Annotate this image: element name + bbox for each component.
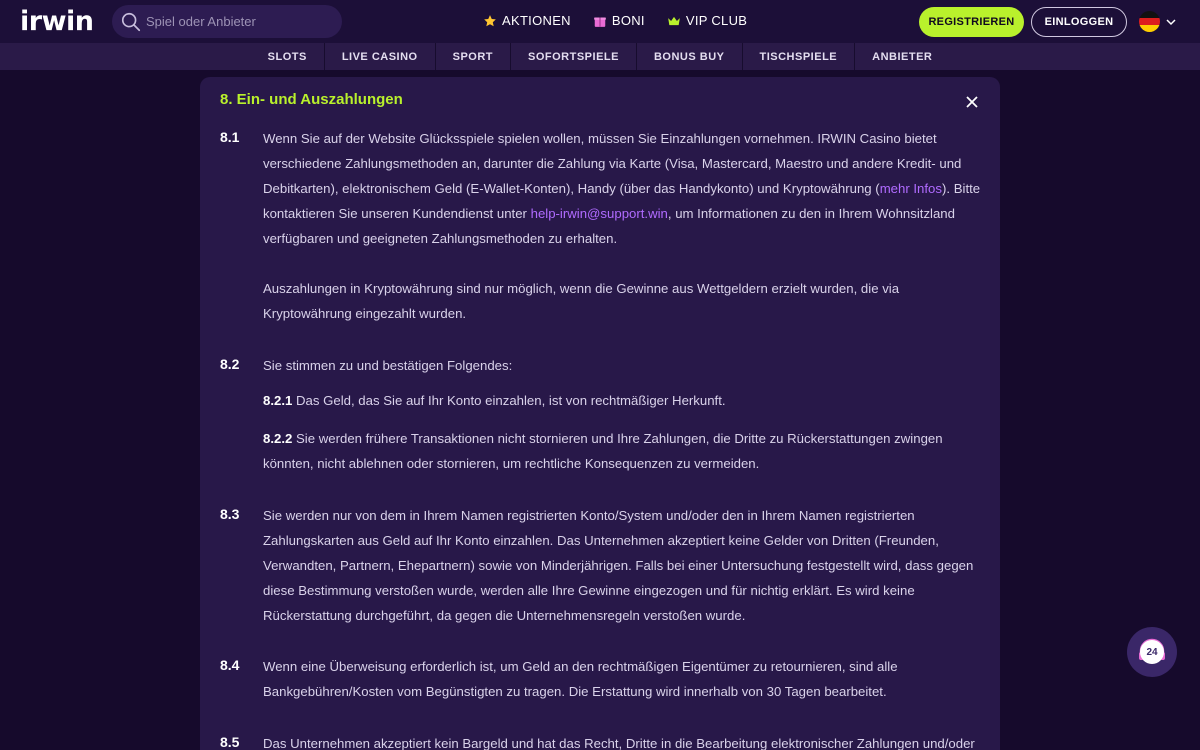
gift-icon xyxy=(594,17,606,27)
search-placeholder: Spiel oder Anbieter xyxy=(146,14,256,29)
germany-flag-icon xyxy=(1139,11,1160,32)
category-bonus-buy[interactable]: BONUS BUY xyxy=(637,43,743,70)
star-icon xyxy=(484,14,496,26)
category-live-casino[interactable]: LIVE CASINO xyxy=(325,43,436,70)
section-8-2-intro: Sie stimmen zu und bestätigen Folgendes: xyxy=(263,358,513,373)
login-button[interactable]: EINLOGGEN xyxy=(1031,7,1127,37)
section-number: 8.1 xyxy=(220,129,240,145)
section-number: 8.3 xyxy=(220,506,240,522)
section-8-1-text: Wenn Sie auf der Website Glücksspiele sp… xyxy=(263,126,983,251)
section-8-3-text: Sie werden nur von dem in Ihrem Namen re… xyxy=(263,508,974,623)
logo[interactable]: irwin xyxy=(20,6,94,37)
nav-promotions-label: AKTIONEN xyxy=(502,13,571,28)
nav-vip-club-label: VIP CLUB xyxy=(685,13,748,28)
chevron-down-icon xyxy=(1166,18,1176,25)
section-8-2-1-text: 8.2.1 Das Geld, das Sie auf Ihr Konto ei… xyxy=(263,388,983,413)
subsection-number: 8.2.2 xyxy=(263,431,293,446)
support-chat-button[interactable]: 24 xyxy=(1127,627,1177,677)
modal-title: 8. Ein- und Auszahlungen xyxy=(220,91,403,108)
support-email-link[interactable]: help-irwin@support.win xyxy=(531,206,668,221)
category-instant-games[interactable]: SOFORTSPIELE xyxy=(511,43,637,70)
nav-bonuses[interactable]: BONI xyxy=(593,13,645,28)
terms-modal: 8. Ein- und Auszahlungen 8.1 Wenn Sie au… xyxy=(200,77,1000,750)
category-sport[interactable]: SPORT xyxy=(436,43,512,70)
category-nav: SLOTS LIVE CASINO SPORT SOFORTSPIELE BON… xyxy=(0,43,1200,70)
category-table-games[interactable]: TISCHSPIELE xyxy=(743,43,856,70)
search-icon xyxy=(121,12,141,31)
search-box[interactable]: Spiel oder Anbieter xyxy=(112,5,342,38)
text-fragment: Das Geld, das Sie auf Ihr Konto einzahle… xyxy=(292,393,726,408)
section-number: 8.5 xyxy=(220,734,240,750)
top-header: irwin Spiel oder Anbieter AKTIONEN BONI … xyxy=(0,0,1200,43)
logo-text: irwin xyxy=(20,6,94,37)
more-info-link[interactable]: mehr Infos xyxy=(880,181,942,196)
close-icon[interactable] xyxy=(965,95,979,109)
section-8-1-crypto-text: Auszahlungen in Kryptowährung sind nur m… xyxy=(263,281,900,321)
register-button[interactable]: REGISTRIEREN xyxy=(919,7,1024,37)
section-8-4-text: Wenn eine Überweisung erforderlich ist, … xyxy=(263,659,898,699)
nav-vip-club[interactable]: VIP CLUB xyxy=(667,13,747,28)
language-selector[interactable] xyxy=(1139,11,1176,32)
subsection-number: 8.2.1 xyxy=(263,393,293,408)
category-slots[interactable]: SLOTS xyxy=(251,43,325,70)
section-number: 8.4 xyxy=(220,657,240,673)
top-nav: AKTIONEN BONI VIP CLUB xyxy=(483,13,747,28)
crown-icon xyxy=(668,16,680,25)
section-8-5-text: Das Unternehmen akzeptiert kein Bargeld … xyxy=(263,736,975,750)
category-providers[interactable]: ANBIETER xyxy=(855,43,949,70)
nav-bonuses-label: BONI xyxy=(611,13,645,28)
text-fragment: Wenn Sie auf der Website Glücksspiele sp… xyxy=(263,131,962,196)
text-fragment: Sie werden frühere Transaktionen nicht s… xyxy=(263,431,943,471)
section-number: 8.2 xyxy=(220,356,240,372)
chat-badge: 24 xyxy=(1140,640,1164,664)
nav-promotions[interactable]: AKTIONEN xyxy=(483,13,571,28)
section-8-2-2-text: 8.2.2 Sie werden frühere Transaktionen n… xyxy=(263,426,983,476)
